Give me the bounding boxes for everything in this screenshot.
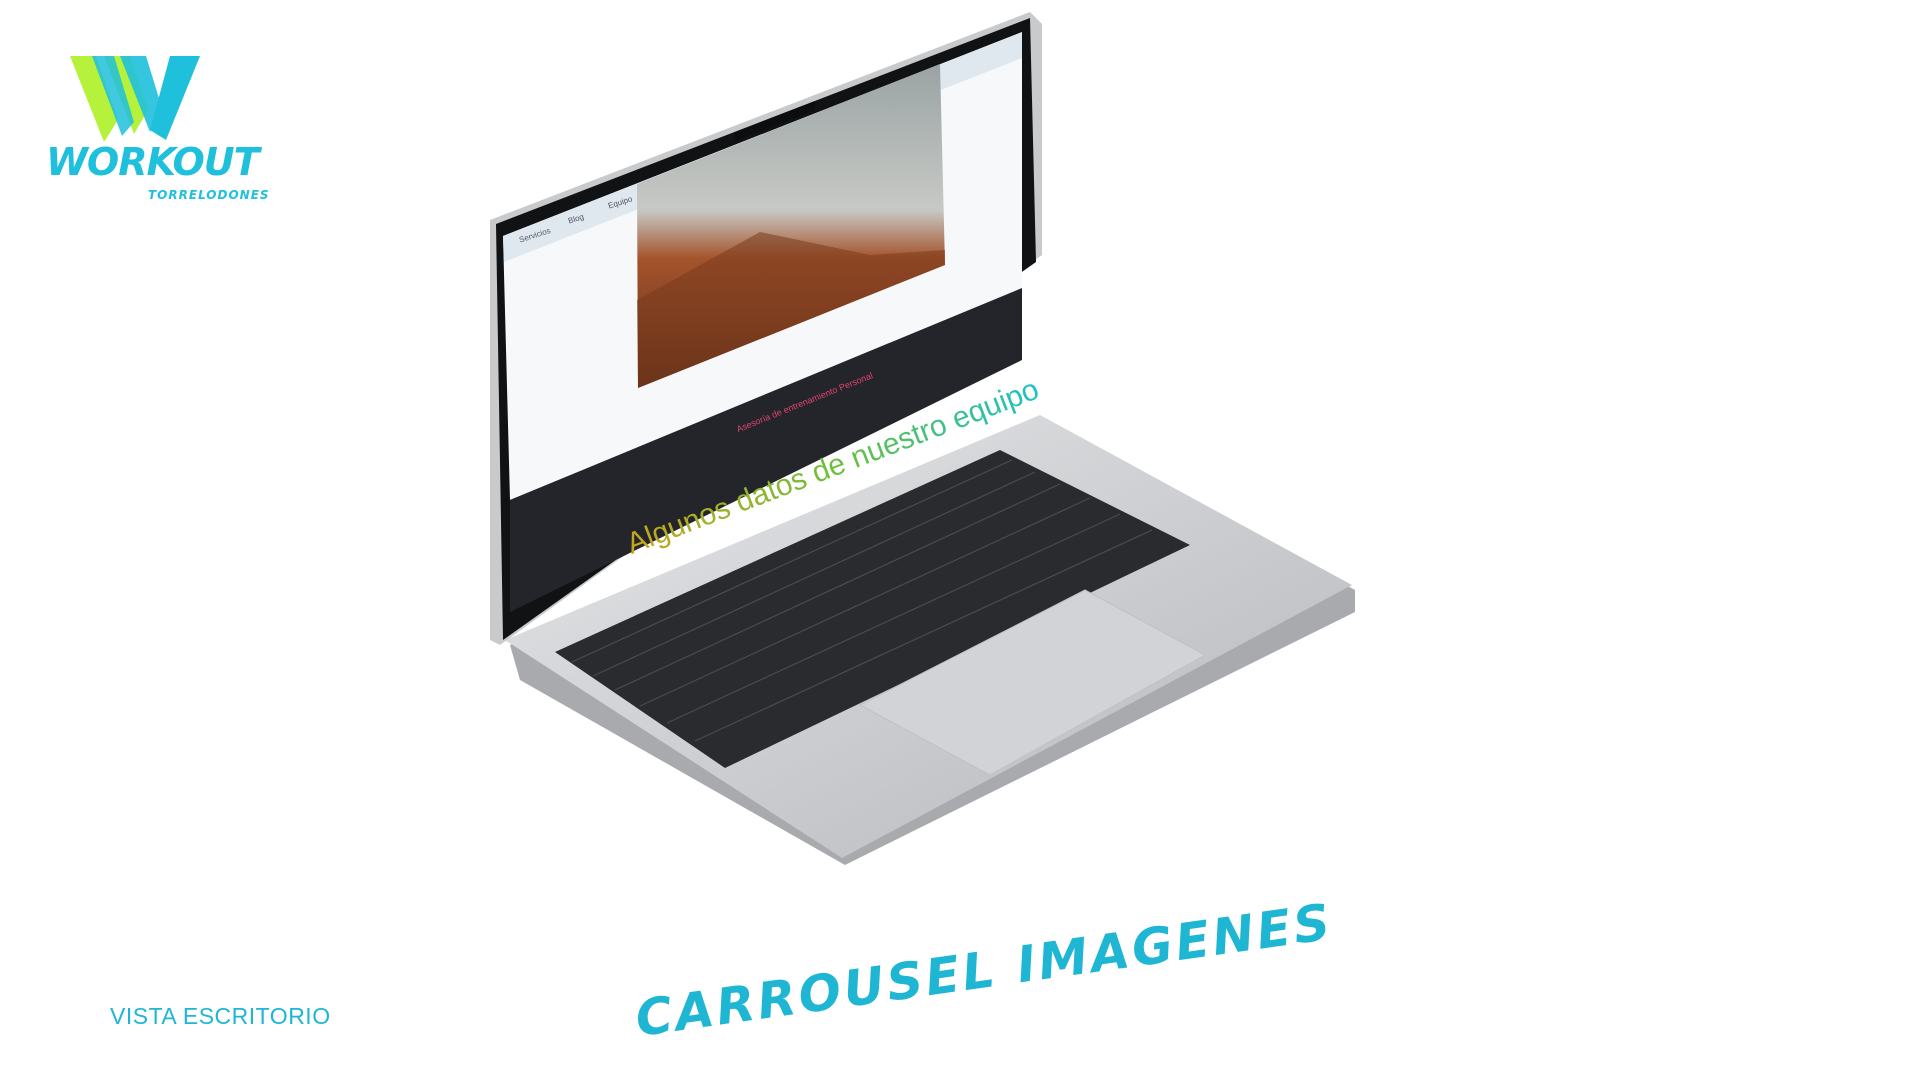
view-caption: VISTA ESCRITORIO xyxy=(110,1003,331,1029)
laptop-mockup xyxy=(490,12,1355,865)
